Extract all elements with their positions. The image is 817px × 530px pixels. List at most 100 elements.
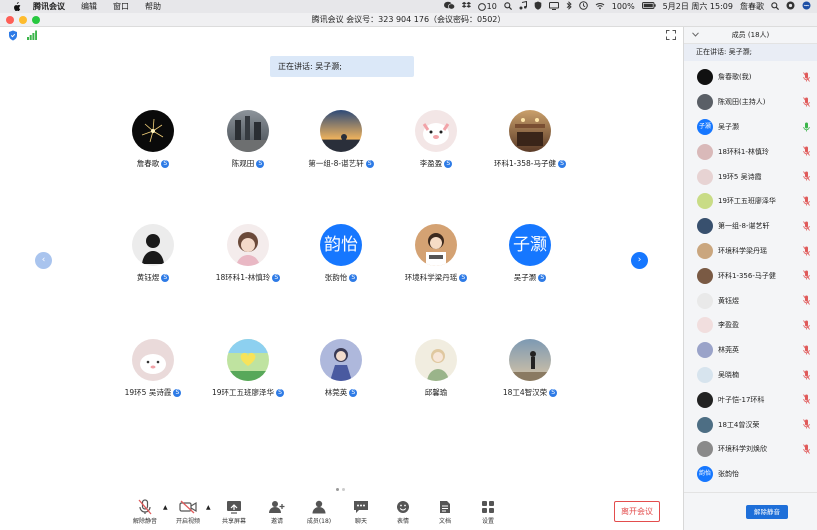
mic-muted-icon[interactable]: [803, 245, 810, 258]
search-spotlight-icon[interactable]: [771, 1, 780, 12]
participant-tile[interactable]: 黄钰煜 S: [98, 224, 208, 283]
members-button[interactable]: 成员(18): [297, 498, 341, 525]
menu-window[interactable]: 窗口: [113, 1, 129, 12]
mic-muted-icon[interactable]: [803, 419, 810, 431]
avatar: [132, 339, 174, 381]
timer-icon[interactable]: [578, 1, 588, 12]
participant-tile[interactable]: 韵怡 张韵怡 S: [286, 224, 396, 283]
member-row[interactable]: 吴晓楠: [684, 363, 817, 388]
participant-tile[interactable]: 第一组-8-谌艺轩 S: [286, 110, 396, 169]
apple-icon[interactable]: [12, 1, 21, 12]
member-row[interactable]: 林莞英: [684, 338, 817, 363]
member-avatar: [697, 441, 713, 458]
participant-tile[interactable]: 詹春歌 S: [98, 110, 208, 169]
mic-muted-icon[interactable]: [803, 295, 810, 307]
member-row[interactable]: 叶子恺-17环科: [684, 387, 817, 412]
mac-menubar: 腾讯会议 编辑 窗口 帮助 10 100% 5月2日 周六 15:09 詹春歌: [0, 0, 817, 13]
unmute-button[interactable]: 解除静音: [123, 498, 167, 525]
mic-muted-icon[interactable]: [803, 270, 810, 282]
member-badge-icon: S: [349, 388, 358, 397]
member-name: 19环5 吴诗霞: [718, 172, 762, 181]
member-name: 18环科1-林慎玲: [718, 147, 769, 156]
member-row[interactable]: 李盈盈: [684, 313, 817, 338]
network-signal-icon[interactable]: [27, 30, 37, 42]
start-video-button[interactable]: 开启视频: [166, 498, 210, 525]
siri-icon[interactable]: [802, 1, 811, 12]
leave-meeting-button[interactable]: 离开会议: [614, 501, 660, 522]
mic-muted-icon[interactable]: [803, 369, 810, 382]
invite-button[interactable]: 邀请: [255, 498, 299, 525]
security-shield-icon[interactable]: [8, 30, 18, 43]
previous-page-button[interactable]: ‹: [35, 252, 52, 269]
unmute-all-button[interactable]: 解除静音: [746, 505, 788, 519]
member-row[interactable]: 环境科学梁丹瑶: [684, 239, 817, 264]
notification-count[interactable]: 10: [477, 2, 497, 11]
participant-tile[interactable]: 18工4智汉荣 S: [475, 339, 585, 398]
menu-app[interactable]: 腾讯会议: [33, 1, 65, 12]
member-row[interactable]: 18环科1-林慎玲: [684, 139, 817, 164]
battery-icon[interactable]: [641, 2, 656, 11]
control-center-icon[interactable]: [786, 1, 795, 12]
mic-muted-icon[interactable]: [803, 221, 810, 233]
participant-name: 张韵怡: [324, 273, 348, 282]
mic-muted-icon[interactable]: [803, 196, 810, 208]
member-avatar: 子灏: [697, 118, 713, 135]
participant-tile[interactable]: 19环5 吴诗霞 S: [98, 339, 208, 398]
minimize-button[interactable]: [19, 16, 27, 24]
search-icon[interactable]: [504, 1, 512, 12]
mic-muted-icon[interactable]: [803, 394, 810, 406]
mic-muted-icon[interactable]: [803, 146, 810, 158]
member-name: 吴子灏: [718, 122, 739, 131]
docs-button[interactable]: 文档: [423, 498, 467, 525]
wechat-icon[interactable]: [443, 1, 455, 12]
member-badge-icon: S: [272, 273, 281, 282]
mic-muted-icon[interactable]: [803, 171, 810, 183]
video-options-caret-icon[interactable]: ▲: [206, 504, 211, 511]
notification-count-text: 10: [486, 2, 497, 11]
member-row[interactable]: 子灏 吴子灏: [684, 115, 817, 140]
member-row[interactable]: 黄钰煜: [684, 288, 817, 313]
dropbox-icon[interactable]: [461, 1, 471, 12]
member-row[interactable]: 环境科学刘焕欣: [684, 437, 817, 462]
settings-label: 设置: [481, 518, 494, 525]
bluetooth-icon[interactable]: [566, 1, 572, 12]
menu-help[interactable]: 帮助: [145, 1, 161, 12]
zoom-button[interactable]: [32, 16, 40, 24]
member-row[interactable]: 第一组-8-谌艺轩: [684, 214, 817, 239]
member-row[interactable]: 环科1-356-马子健: [684, 263, 817, 288]
settings-button[interactable]: 设置: [466, 498, 510, 525]
member-avatar: [697, 94, 713, 111]
member-row[interactable]: 詹春歌(我): [684, 65, 817, 90]
share-screen-button[interactable]: 共享屏幕: [212, 498, 256, 525]
member-row[interactable]: 19环5 吴诗霞: [684, 164, 817, 189]
shield-icon[interactable]: [534, 1, 542, 12]
chevron-down-icon[interactable]: [692, 27, 699, 44]
mic-muted-icon[interactable]: [803, 72, 810, 84]
participant-tile[interactable]: 环科1-358-马子健 S: [475, 110, 585, 169]
avatar: [415, 110, 457, 152]
member-row[interactable]: 18工4曾汉荣: [684, 412, 817, 437]
clock-datetime[interactable]: 5月2日 周六 15:09: [663, 1, 733, 12]
menubar-username[interactable]: 詹春歌: [740, 1, 764, 12]
participant-tile[interactable]: 子灏 吴子灏 S: [475, 224, 585, 283]
next-page-button[interactable]: ›: [631, 252, 648, 269]
member-row[interactable]: 陈观田(主持人): [684, 90, 817, 115]
emoji-button[interactable]: 表情: [381, 498, 425, 525]
screen-icon[interactable]: [548, 1, 559, 12]
member-row[interactable]: 韵怡 张韵怡: [684, 462, 817, 487]
member-row[interactable]: 19环工五班廖泽华: [684, 189, 817, 214]
member-list: 詹春歌(我) 陈观田(主持人) 子灏 吴子灏 18环科1-林慎玲 19环5 吴诗霞 19环工…: [684, 65, 817, 487]
mic-muted-icon[interactable]: [803, 97, 810, 109]
member-name: 詹春歌(我): [718, 73, 752, 82]
wifi-icon[interactable]: [595, 2, 605, 12]
chat-button[interactable]: 聊天: [339, 498, 383, 525]
mic-muted-icon[interactable]: [803, 320, 810, 332]
mic-muted-icon[interactable]: [803, 345, 810, 357]
close-button[interactable]: [6, 16, 14, 24]
mic-muted-icon[interactable]: [803, 444, 810, 456]
mic-active-icon[interactable]: [803, 122, 810, 134]
fullscreen-icon[interactable]: [666, 30, 676, 42]
music-icon[interactable]: [519, 0, 527, 12]
participant-tile[interactable]: 林莞英 S: [286, 339, 396, 398]
menu-edit[interactable]: 编辑: [81, 1, 97, 12]
